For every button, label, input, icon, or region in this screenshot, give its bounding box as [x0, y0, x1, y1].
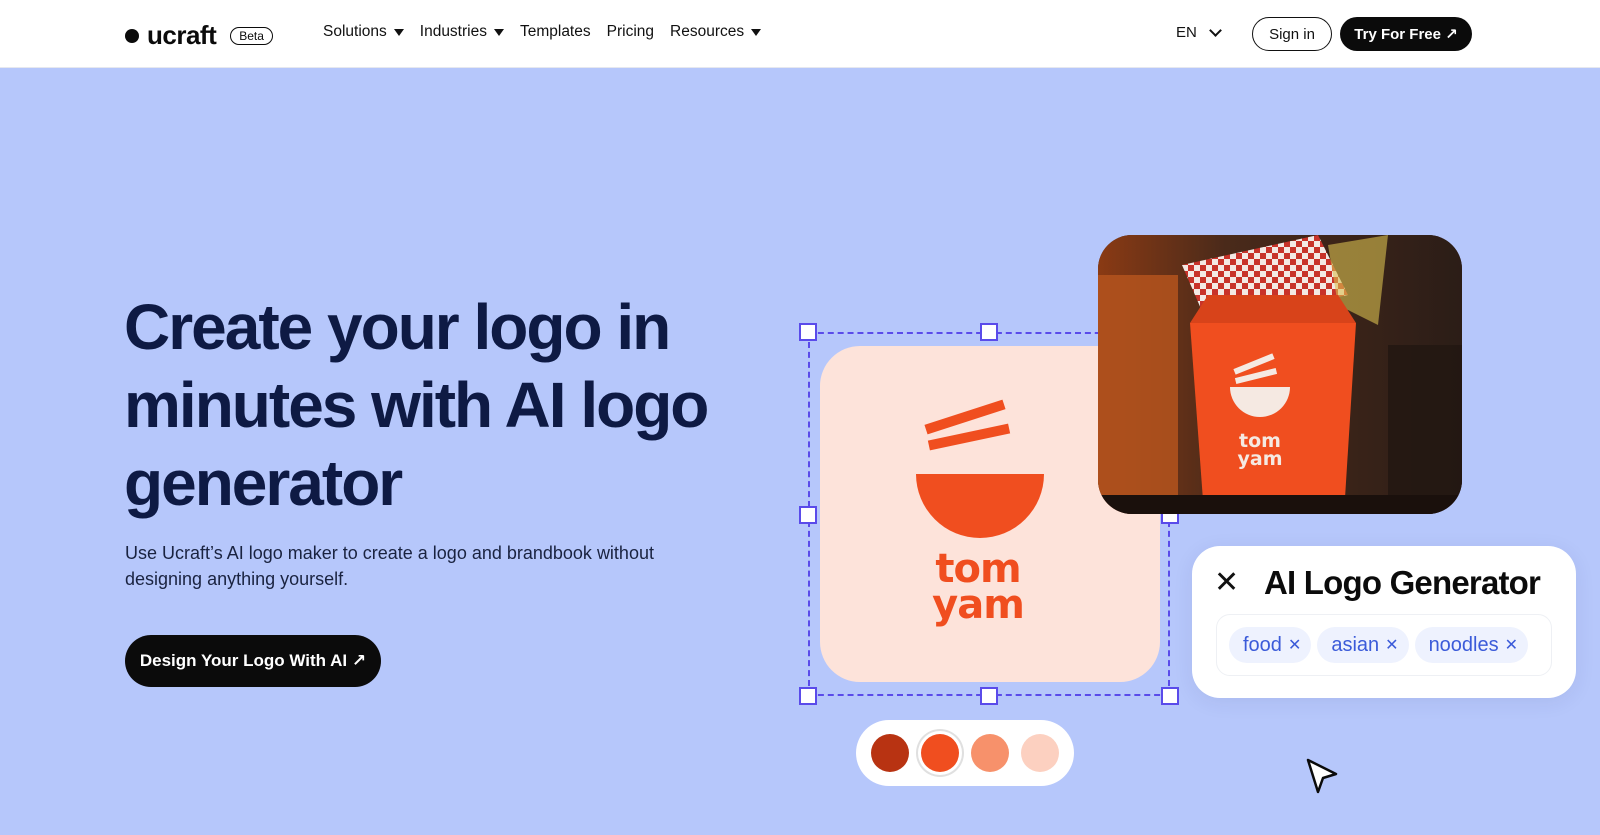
- logo-dot-icon: [125, 28, 139, 43]
- nav-industries[interactable]: Industries: [420, 23, 504, 41]
- tag-chip[interactable]: asian ✕: [1317, 627, 1409, 663]
- design-logo-button[interactable]: Design Your Logo With AI ↗: [125, 635, 381, 687]
- color-swatch[interactable]: [1021, 734, 1059, 772]
- nav-resources-label: Resources: [670, 23, 745, 40]
- nav-pricing-label: Pricing: [606, 23, 655, 40]
- nav-industries-label: Industries: [419, 23, 487, 40]
- color-swatch[interactable]: [971, 734, 1009, 772]
- brand-name: ucraft: [147, 20, 217, 50]
- caret-down-icon: [751, 28, 762, 36]
- takeout-box-photo: tom yam: [1098, 235, 1462, 514]
- chevron-down-icon: [1208, 23, 1222, 37]
- tag-chip[interactable]: food ✕: [1229, 627, 1312, 663]
- keyword-tags: food ✕ asian ✕ noodles ✕: [1216, 614, 1552, 676]
- hero-title: Create your logo in minutes with AI logo…: [124, 291, 709, 519]
- takeout-box-image: tom yam: [1098, 235, 1462, 514]
- resize-handle-bottom-left[interactable]: [799, 687, 817, 705]
- sign-in-button[interactable]: Sign in: [1252, 17, 1332, 51]
- nav-solutions[interactable]: Solutions: [323, 23, 404, 41]
- beta-badge: Beta: [230, 26, 273, 45]
- color-swatch[interactable]: [871, 734, 909, 772]
- language-label: EN: [1176, 24, 1197, 41]
- tag-label: asian: [1331, 633, 1380, 656]
- language-selector[interactable]: EN: [1176, 23, 1222, 41]
- nav-resources[interactable]: Resources: [670, 23, 762, 41]
- remove-tag-icon[interactable]: ✕: [1288, 635, 1301, 655]
- nav-solutions-label: Solutions: [323, 23, 387, 40]
- resize-handle-bottom-right[interactable]: [1161, 687, 1179, 705]
- color-palette: [856, 720, 1074, 786]
- remove-tag-icon[interactable]: ✕: [1385, 635, 1398, 655]
- remove-tag-icon[interactable]: ✕: [1505, 635, 1518, 655]
- nav-templates[interactable]: Templates: [520, 23, 591, 41]
- close-icon[interactable]: ✕: [1214, 568, 1239, 598]
- brand-logo[interactable]: ucraft Beta: [125, 20, 273, 51]
- caret-down-icon: [493, 28, 504, 36]
- resize-handle-top-left[interactable]: [799, 323, 817, 341]
- generator-title: AI Logo Generator: [1264, 564, 1541, 601]
- tag-label: noodles: [1428, 633, 1499, 656]
- mouse-cursor-icon: [1306, 758, 1338, 794]
- resize-handle-middle-left[interactable]: [799, 506, 817, 524]
- site-header: ucraft Beta Solutions Industries Templat…: [0, 0, 1600, 68]
- hero-subtitle: Use Ucraft’s AI logo maker to create a l…: [125, 543, 654, 589]
- ai-generator-card: ✕ AI Logo Generator food ✕ asian ✕ noodl…: [1192, 546, 1576, 698]
- tag-label: food: [1243, 633, 1282, 656]
- main-nav: Solutions Industries Templates Pricing R…: [323, 23, 777, 41]
- nav-templates-label: Templates: [519, 23, 591, 40]
- try-for-free-button[interactable]: Try For Free ↗: [1340, 17, 1472, 51]
- nav-pricing[interactable]: Pricing: [607, 23, 654, 41]
- tag-chip[interactable]: noodles ✕: [1414, 627, 1529, 663]
- caret-down-icon: [393, 28, 404, 36]
- resize-handle-top-middle[interactable]: [980, 323, 998, 341]
- resize-handle-bottom-middle[interactable]: [980, 687, 998, 705]
- color-swatch-selected[interactable]: [921, 734, 959, 772]
- box-word-yam: yam: [1237, 448, 1282, 470]
